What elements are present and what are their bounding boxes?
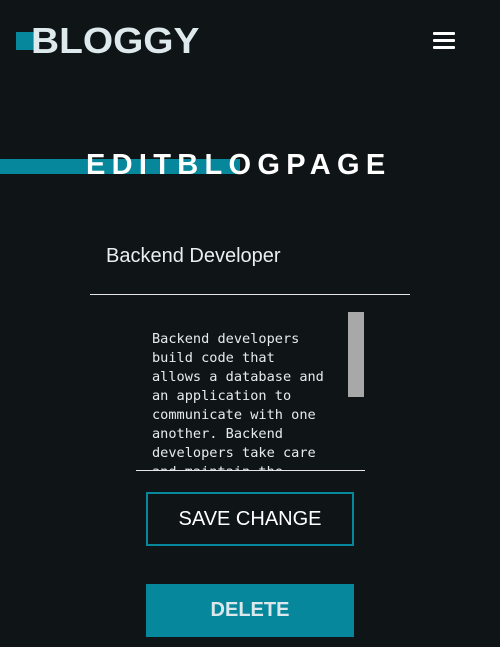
delete-button[interactable]: DELETE bbox=[146, 584, 354, 637]
blog-title-input[interactable] bbox=[90, 230, 410, 295]
page-title: EDITBLOGPAGE bbox=[86, 149, 392, 181]
blog-content-textarea[interactable]: Backend developers build code that allow… bbox=[136, 311, 365, 471]
menu-line bbox=[433, 39, 455, 42]
site-logo[interactable]: BLOGGY bbox=[31, 19, 199, 63]
menu-line bbox=[433, 46, 455, 49]
menu-line bbox=[433, 32, 455, 35]
hamburger-menu-icon[interactable] bbox=[430, 27, 460, 55]
blog-content-text: Backend developers build code that allow… bbox=[152, 331, 324, 470]
textarea-scrollbar-thumb[interactable] bbox=[348, 312, 364, 397]
save-change-button[interactable]: SAVE CHANGE bbox=[146, 492, 354, 546]
